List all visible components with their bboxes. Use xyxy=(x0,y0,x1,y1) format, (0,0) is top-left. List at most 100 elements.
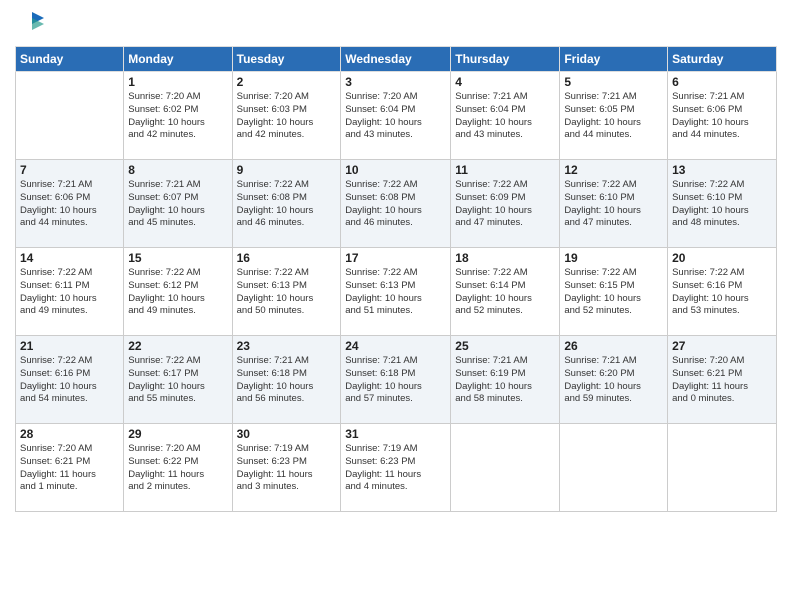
day-info: Sunrise: 7:22 AM Sunset: 6:08 PM Dayligh… xyxy=(237,179,337,230)
day-number: 24 xyxy=(345,339,446,353)
day-info: Sunrise: 7:22 AM Sunset: 6:11 PM Dayligh… xyxy=(20,267,119,318)
day-cell: 31Sunrise: 7:19 AM Sunset: 6:23 PM Dayli… xyxy=(341,424,451,512)
day-cell: 8 Sunrise: 7:21 AM Sunset: 6:07 PM Daylig… xyxy=(124,160,232,248)
day-number: 5 xyxy=(564,75,663,89)
weekday-header-friday: Friday xyxy=(560,47,668,72)
day-number: 25 xyxy=(455,339,555,353)
day-cell: 4Sunrise: 7:21 AM Sunset: 6:04 PM Daylig… xyxy=(451,72,560,160)
day-info: Sunrise: 7:19 AM Sunset: 6:23 PM Dayligh… xyxy=(237,443,337,494)
day-cell: 12 Sunrise: 7:22 AM Sunset: 6:10 PM Dayli… xyxy=(560,160,668,248)
day-number: 12 xyxy=(564,163,663,177)
day-info: Sunrise: 7:22 AM Sunset: 6:16 PM Dayligh… xyxy=(672,267,772,318)
day-cell: 19Sunrise: 7:22 AM Sunset: 6:15 PM Dayli… xyxy=(560,248,668,336)
day-info: Sunrise: 7:20 AM Sunset: 6:04 PM Dayligh… xyxy=(345,91,446,142)
day-info: Sunrise: 7:20 AM Sunset: 6:21 PM Dayligh… xyxy=(672,355,772,406)
day-number: 22 xyxy=(128,339,227,353)
day-cell xyxy=(16,72,124,160)
day-number: 7 xyxy=(20,163,119,177)
day-cell: 9 Sunrise: 7:22 AM Sunset: 6:08 PM Daylig… xyxy=(232,160,341,248)
day-info: Sunrise: 7:22 AM Sunset: 6:10 PM Dayligh… xyxy=(564,179,663,230)
day-cell: 20 Sunrise: 7:22 AM Sunset: 6:16 PM Dayli… xyxy=(668,248,777,336)
day-info: Sunrise: 7:22 AM Sunset: 6:14 PM Dayligh… xyxy=(455,267,555,318)
day-info: Sunrise: 7:21 AM Sunset: 6:19 PM Dayligh… xyxy=(455,355,555,406)
day-info: Sunrise: 7:21 AM Sunset: 6:20 PM Dayligh… xyxy=(564,355,663,406)
day-info: Sunrise: 7:22 AM Sunset: 6:17 PM Dayligh… xyxy=(128,355,227,406)
day-number: 30 xyxy=(237,427,337,441)
day-cell xyxy=(451,424,560,512)
day-cell xyxy=(560,424,668,512)
day-info: Sunrise: 7:22 AM Sunset: 6:16 PM Dayligh… xyxy=(20,355,119,406)
day-cell xyxy=(668,424,777,512)
day-info: Sunrise: 7:22 AM Sunset: 6:09 PM Dayligh… xyxy=(455,179,555,230)
week-row-3: 14 Sunrise: 7:22 AM Sunset: 6:11 PM Dayli… xyxy=(16,248,777,336)
page: SundayMondayTuesdayWednesdayThursdayFrid… xyxy=(0,0,792,612)
day-number: 3 xyxy=(345,75,446,89)
day-cell: 6 Sunrise: 7:21 AM Sunset: 6:06 PM Daylig… xyxy=(668,72,777,160)
day-cell: 10 Sunrise: 7:22 AM Sunset: 6:08 PM Dayli… xyxy=(341,160,451,248)
day-info: Sunrise: 7:20 AM Sunset: 6:21 PM Dayligh… xyxy=(20,443,119,494)
logo-flag-icon xyxy=(18,10,46,38)
day-number: 11 xyxy=(455,163,555,177)
day-cell: 25 Sunrise: 7:21 AM Sunset: 6:19 PM Dayli… xyxy=(451,336,560,424)
day-info: Sunrise: 7:21 AM Sunset: 6:04 PM Dayligh… xyxy=(455,91,555,142)
day-cell: 11 Sunrise: 7:22 AM Sunset: 6:09 PM Dayli… xyxy=(451,160,560,248)
day-number: 8 xyxy=(128,163,227,177)
day-cell: 26 Sunrise: 7:21 AM Sunset: 6:20 PM Dayli… xyxy=(560,336,668,424)
logo-area xyxy=(15,10,46,38)
day-info: Sunrise: 7:21 AM Sunset: 6:06 PM Dayligh… xyxy=(672,91,772,142)
day-cell: 16Sunrise: 7:22 AM Sunset: 6:13 PM Dayli… xyxy=(232,248,341,336)
week-row-5: 28 Sunrise: 7:20 AM Sunset: 6:21 PM Dayli… xyxy=(16,424,777,512)
day-cell: 18Sunrise: 7:22 AM Sunset: 6:14 PM Dayli… xyxy=(451,248,560,336)
day-info: Sunrise: 7:22 AM Sunset: 6:10 PM Dayligh… xyxy=(672,179,772,230)
day-number: 2 xyxy=(237,75,337,89)
day-info: Sunrise: 7:20 AM Sunset: 6:22 PM Dayligh… xyxy=(128,443,227,494)
weekday-header-row: SundayMondayTuesdayWednesdayThursdayFrid… xyxy=(16,47,777,72)
week-row-4: 21Sunrise: 7:22 AM Sunset: 6:16 PM Dayli… xyxy=(16,336,777,424)
day-cell: 21Sunrise: 7:22 AM Sunset: 6:16 PM Dayli… xyxy=(16,336,124,424)
day-cell: 22 Sunrise: 7:22 AM Sunset: 6:17 PM Dayli… xyxy=(124,336,232,424)
day-info: Sunrise: 7:21 AM Sunset: 6:18 PM Dayligh… xyxy=(345,355,446,406)
day-cell: 13 Sunrise: 7:22 AM Sunset: 6:10 PM Dayli… xyxy=(668,160,777,248)
day-number: 26 xyxy=(564,339,663,353)
week-row-1: 1 Sunrise: 7:20 AM Sunset: 6:02 PM Daylig… xyxy=(16,72,777,160)
day-cell: 14 Sunrise: 7:22 AM Sunset: 6:11 PM Dayli… xyxy=(16,248,124,336)
weekday-header-tuesday: Tuesday xyxy=(232,47,341,72)
day-info: Sunrise: 7:21 AM Sunset: 6:05 PM Dayligh… xyxy=(564,91,663,142)
day-info: Sunrise: 7:22 AM Sunset: 6:08 PM Dayligh… xyxy=(345,179,446,230)
day-cell: 17 Sunrise: 7:22 AM Sunset: 6:13 PM Dayli… xyxy=(341,248,451,336)
weekday-header-thursday: Thursday xyxy=(451,47,560,72)
day-number: 31 xyxy=(345,427,446,441)
day-number: 29 xyxy=(128,427,227,441)
day-number: 19 xyxy=(564,251,663,265)
day-info: Sunrise: 7:20 AM Sunset: 6:03 PM Dayligh… xyxy=(237,91,337,142)
day-number: 15 xyxy=(128,251,227,265)
day-number: 14 xyxy=(20,251,119,265)
day-number: 23 xyxy=(237,339,337,353)
day-info: Sunrise: 7:21 AM Sunset: 6:07 PM Dayligh… xyxy=(128,179,227,230)
day-number: 9 xyxy=(237,163,337,177)
day-cell: 24 Sunrise: 7:21 AM Sunset: 6:18 PM Dayli… xyxy=(341,336,451,424)
day-number: 17 xyxy=(345,251,446,265)
weekday-header-wednesday: Wednesday xyxy=(341,47,451,72)
weekday-header-monday: Monday xyxy=(124,47,232,72)
day-cell: 23 Sunrise: 7:21 AM Sunset: 6:18 PM Dayli… xyxy=(232,336,341,424)
weekday-header-saturday: Saturday xyxy=(668,47,777,72)
day-info: Sunrise: 7:20 AM Sunset: 6:02 PM Dayligh… xyxy=(128,91,227,142)
day-info: Sunrise: 7:22 AM Sunset: 6:13 PM Dayligh… xyxy=(237,267,337,318)
day-number: 28 xyxy=(20,427,119,441)
day-info: Sunrise: 7:21 AM Sunset: 6:06 PM Dayligh… xyxy=(20,179,119,230)
day-number: 1 xyxy=(128,75,227,89)
weekday-header-sunday: Sunday xyxy=(16,47,124,72)
day-info: Sunrise: 7:21 AM Sunset: 6:18 PM Dayligh… xyxy=(237,355,337,406)
day-number: 6 xyxy=(672,75,772,89)
day-cell: 3 Sunrise: 7:20 AM Sunset: 6:04 PM Daylig… xyxy=(341,72,451,160)
day-cell: 30 Sunrise: 7:19 AM Sunset: 6:23 PM Dayli… xyxy=(232,424,341,512)
day-number: 20 xyxy=(672,251,772,265)
week-row-2: 7 Sunrise: 7:21 AM Sunset: 6:06 PM Daylig… xyxy=(16,160,777,248)
day-cell: 27Sunrise: 7:20 AM Sunset: 6:21 PM Dayli… xyxy=(668,336,777,424)
day-number: 10 xyxy=(345,163,446,177)
day-number: 13 xyxy=(672,163,772,177)
day-cell: 5 Sunrise: 7:21 AM Sunset: 6:05 PM Daylig… xyxy=(560,72,668,160)
day-info: Sunrise: 7:22 AM Sunset: 6:13 PM Dayligh… xyxy=(345,267,446,318)
day-cell: 15Sunrise: 7:22 AM Sunset: 6:12 PM Dayli… xyxy=(124,248,232,336)
